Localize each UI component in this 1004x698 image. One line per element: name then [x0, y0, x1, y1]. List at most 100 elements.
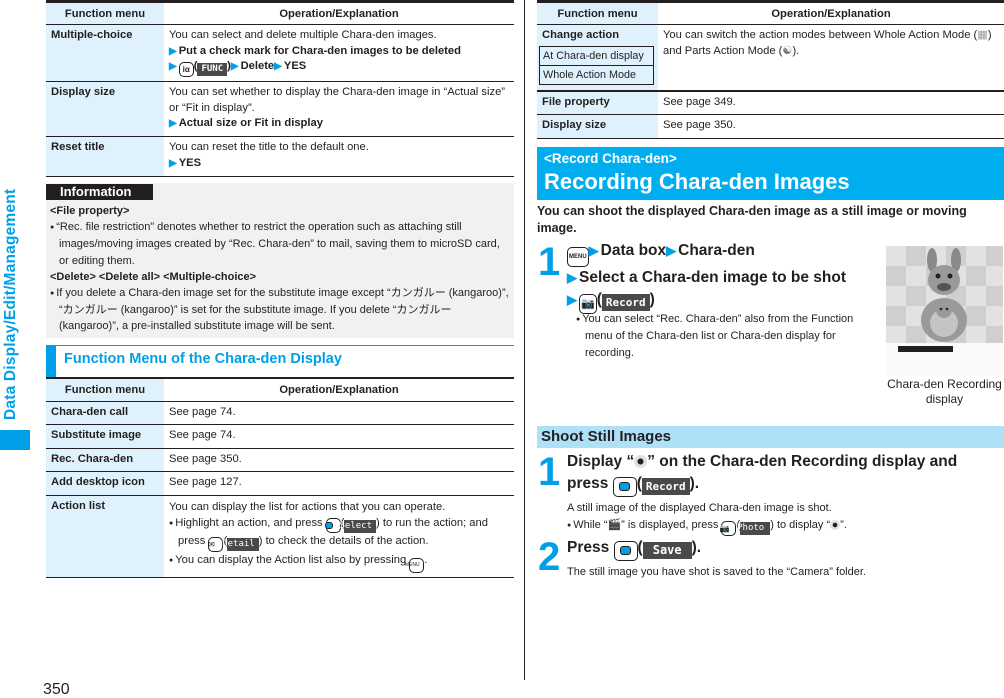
step-text: Put a check mark for Chara-den images to…	[178, 44, 461, 57]
arrow-icon: ▶	[169, 118, 177, 129]
menu-cell: File property	[537, 90, 658, 115]
explanation-cell: You can reset the title to the default o…	[164, 136, 514, 177]
note-text: Highlight an action, and press	[175, 516, 323, 529]
i-alpha-key-icon: iα	[178, 62, 194, 77]
explanation-cell: See page 350.	[658, 114, 1004, 139]
information-label: Information	[46, 184, 153, 200]
arrow-icon: ▶	[169, 45, 177, 57]
column-divider	[524, 0, 525, 680]
condition-text: Whole Action Mode	[540, 64, 653, 84]
chara-den-recording-screenshot	[886, 246, 1003, 376]
note-text: ”.	[840, 519, 847, 531]
arrow-icon: ▶	[567, 292, 577, 307]
mode-condition-box: At Chara-den display Whole Action Mode	[539, 45, 654, 85]
table-row: Display size See page 350.	[537, 114, 1004, 139]
explanation-cell: You can switch the action modes between …	[658, 24, 1004, 91]
arrow-icon: ▶	[274, 61, 282, 72]
side-chapter-tab: Data Display/Edit/Management	[0, 0, 30, 460]
info-heading: <Delete> <Delete all> <Multiple-choice>	[50, 270, 257, 283]
table-row: Rec. Chara-den See page 350.	[46, 448, 514, 472]
record-softkey: Record	[641, 478, 690, 495]
step-description: A still image of the displayed Chara-den…	[567, 502, 832, 514]
section-title: Function Menu of the Chara-den Display	[64, 351, 342, 367]
note-text: While “	[573, 519, 608, 531]
step-text: Delete	[240, 60, 275, 72]
information-box: Information <File property> “Rec. file r…	[46, 183, 514, 338]
section-header: Function Menu of the Chara-den Display	[46, 345, 514, 378]
header-operation: Operation/Explanation	[658, 1, 1004, 25]
info-bullet: “Rec. file restriction” denotes whether …	[50, 219, 512, 269]
step-text: Data box	[600, 242, 667, 259]
step-line: MENU ▶ Data box▶ Chara-den	[567, 240, 882, 267]
recording-banner: <Record Chara-den> Recording Chara-den I…	[537, 147, 1004, 200]
menu-cell: Reset title	[46, 136, 164, 177]
recording-memory-bar	[898, 346, 953, 352]
header-function-menu: Function menu	[46, 378, 164, 402]
arrow-icon: ▶	[567, 270, 577, 285]
center-key-icon	[613, 541, 638, 561]
header-function-menu: Function menu	[46, 1, 164, 25]
menu-cell: Add desktop icon	[46, 471, 164, 496]
explanation-cell: You can display the list for actions tha…	[164, 495, 514, 578]
step-text: Chara-den	[678, 242, 755, 259]
step-note: While “🎬” is displayed, press 📷(Photo) t…	[567, 517, 997, 536]
table-row: Reset title You can reset the title to t…	[46, 136, 514, 177]
step-instruction: Press (Save).	[567, 537, 997, 561]
note-text: to display “	[776, 519, 831, 531]
arrow-icon: ▶	[169, 157, 177, 169]
menu-key-icon: MENU	[405, 557, 425, 573]
step-line: ▶ YES	[169, 156, 510, 172]
record-softkey: Record	[601, 294, 650, 311]
menu-cell: Rec. Chara-den	[46, 448, 164, 472]
select-softkey: Select	[339, 519, 376, 533]
recording-status-area	[886, 343, 1003, 376]
function-menu-table-display: Function menu Operation/Explanation Char…	[46, 377, 514, 578]
explanation-cell: You can select and delete multiple Chara…	[164, 24, 514, 82]
header-function-menu: Function menu	[537, 1, 658, 25]
kangaroo-icon	[921, 248, 967, 342]
chapter-title: Data Display/Edit/Management	[2, 188, 19, 420]
save-softkey: Save	[642, 542, 692, 559]
shoot-still-images-header: Shoot Still Images	[537, 426, 1004, 448]
table-row: Chara-den call See page 74.	[46, 401, 514, 425]
explanation-cell: You can set whether to display the Chara…	[164, 81, 514, 137]
header-operation: Operation/Explanation	[164, 1, 514, 25]
info-bullet: If you delete a Chara-den image set for …	[50, 285, 512, 335]
step-line: ▶ Actual size or Fit in display	[169, 116, 510, 132]
step-line: ▶ iα(FUNC)▶ Delete▶ YES	[169, 59, 510, 77]
explanation-cell: See page 349.	[658, 90, 1004, 115]
info-heading: <File property>	[50, 205, 130, 217]
arrow-icon: ▶	[666, 243, 677, 258]
explanation-text: You can set whether to display the Chara…	[169, 86, 506, 114]
step-instruction: Display “” on the Chara-den Recording di…	[567, 451, 997, 497]
note-text: to check the details of the action.	[265, 534, 429, 547]
menu-cell: Action list	[46, 495, 164, 578]
explanation-text: ).	[792, 44, 800, 57]
still-camera-mode-icon	[830, 520, 841, 530]
menu-cell: Chara-den call	[46, 401, 164, 425]
arrow-icon: ▶	[230, 61, 239, 72]
step-number: 1	[538, 450, 561, 494]
explanation-cell: See page 74.	[164, 401, 514, 425]
header-operation: Operation/Explanation	[164, 378, 514, 402]
information-body: <File property> “Rec. file restriction” …	[50, 203, 512, 335]
explanation-text: You can switch the action modes between …	[663, 29, 978, 41]
table-row: Multiple-choice You can select and delet…	[46, 24, 514, 82]
menu-cell: Multiple-choice	[46, 24, 164, 82]
camera-key-icon: 📷	[719, 521, 737, 536]
func-softkey: FUNC	[197, 63, 228, 76]
step-note: You can select “Rec. Chara-den” also fro…	[576, 311, 876, 361]
menu-cell: Display size	[46, 81, 164, 137]
step-text: Select a Chara-den image to be shot	[579, 269, 847, 286]
step-text: Press	[567, 539, 610, 556]
banner-title: Recording Chara-den Images	[544, 169, 850, 194]
step-line: ▶ Put a check mark for Chara-den images t…	[169, 44, 510, 60]
table-row: Add desktop icon See page 127.	[46, 471, 514, 496]
table-row: Substitute image See page 74.	[46, 424, 514, 449]
explanation-text: You can display the list for actions tha…	[169, 500, 446, 513]
parts-action-mode-icon: ☯	[782, 44, 793, 57]
table-row: Display size You can set whether to disp…	[46, 81, 514, 137]
section-marker	[46, 346, 56, 378]
explanation-text: You can reset the title to the default o…	[169, 141, 369, 153]
note-text: You can display the Action list also by …	[175, 553, 407, 566]
